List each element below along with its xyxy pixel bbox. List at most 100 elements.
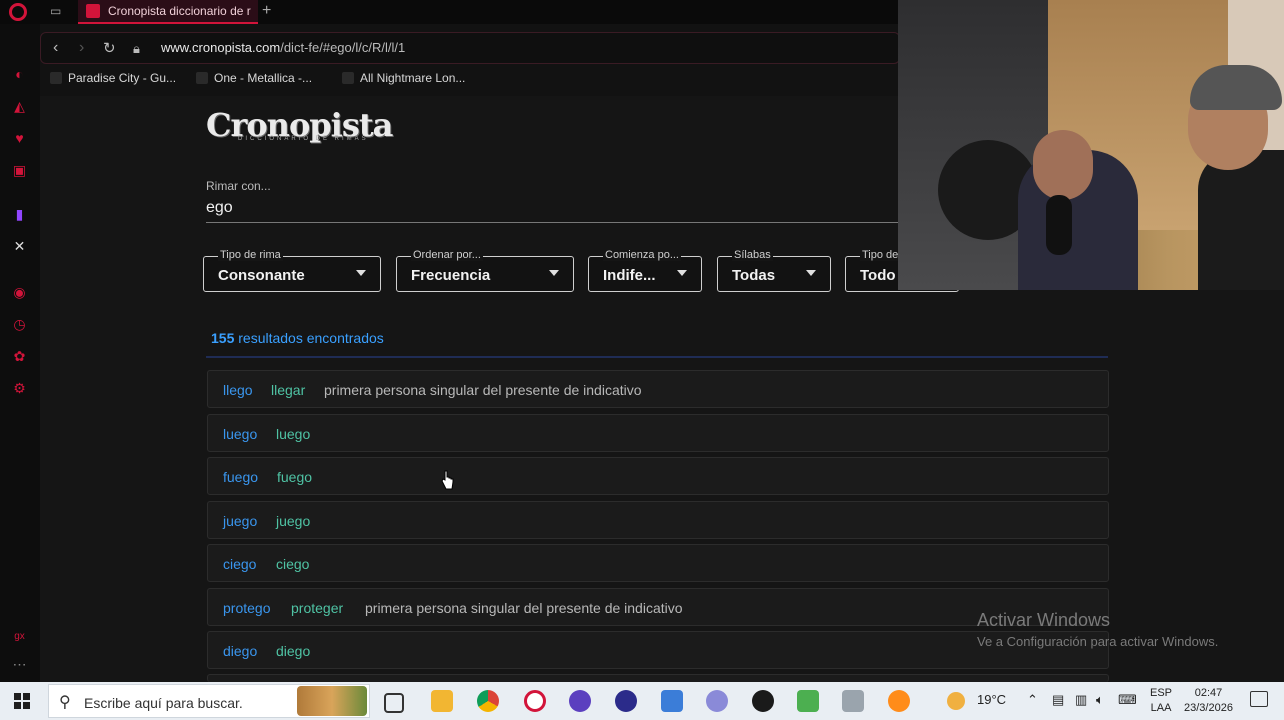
chrome-icon[interactable] bbox=[477, 690, 499, 712]
taskbar-clock[interactable]: 02:47 23/3/2026 bbox=[1184, 686, 1233, 716]
new-tab-icon[interactable]: + bbox=[262, 2, 271, 20]
extensions-icon[interactable]: ✿ bbox=[11, 348, 28, 365]
weather-icon[interactable] bbox=[947, 692, 965, 710]
webcam-person bbox=[1198, 150, 1284, 290]
result-row[interactable]: juego juego bbox=[207, 501, 1109, 539]
gx-icon[interactable]: gx bbox=[11, 628, 28, 645]
forward-icon[interactable]: › bbox=[79, 39, 84, 57]
heart-icon[interactable]: ♥ bbox=[11, 130, 28, 147]
tray-app-icon[interactable]: ▤ bbox=[1052, 692, 1064, 708]
clock-time: 02:47 bbox=[1194, 687, 1223, 699]
search-icon: ⚲ bbox=[59, 694, 71, 711]
result-row[interactable]: llego llegar primera persona singular de… bbox=[207, 370, 1109, 408]
chevron-down-icon bbox=[677, 270, 687, 276]
result-row[interactable]: diego diego bbox=[207, 631, 1109, 669]
select-label: Comienza po... bbox=[603, 249, 681, 261]
result-word[interactable]: diego bbox=[223, 643, 257, 659]
result-word[interactable]: ciego bbox=[223, 556, 256, 572]
settings-icon[interactable]: ⚙ bbox=[11, 380, 28, 397]
result-word[interactable]: fuego bbox=[223, 469, 258, 485]
browser-tab[interactable]: Cronopista diccionario de r bbox=[78, 0, 258, 24]
taskbar-search[interactable]: ⚲ Escribe aquí para buscar. bbox=[48, 684, 370, 718]
syllables-select[interactable]: Sílabas Todas bbox=[717, 249, 831, 292]
app-icon[interactable] bbox=[752, 690, 774, 712]
app-icon[interactable] bbox=[569, 690, 591, 712]
more-icon[interactable]: ⋯ bbox=[11, 656, 28, 673]
volume-icon[interactable]: 🔈︎ bbox=[1096, 692, 1104, 708]
activate-windows-subtitle: Ve a Configuración para activar Windows. bbox=[977, 634, 1219, 649]
app-icon[interactable] bbox=[706, 690, 728, 712]
tab-manager-icon[interactable]: ▭ bbox=[50, 4, 66, 18]
task-view-icon[interactable] bbox=[384, 693, 404, 713]
bookmark-item[interactable]: Paradise City - Gu... bbox=[50, 71, 176, 85]
opera-sidebar: ◐ ◭ ♥ ▣ ▮ ✕ ◉ ◷ ✿ ⚙ gx ⋯ bbox=[0, 24, 40, 682]
bookmarks-bar: Paradise City - Gu... One - Metallica -.… bbox=[40, 66, 900, 92]
select-value: Indife... bbox=[603, 267, 656, 284]
file-explorer-icon[interactable] bbox=[431, 690, 453, 712]
result-row[interactable] bbox=[207, 674, 1109, 682]
result-row[interactable]: luego luego bbox=[207, 414, 1109, 452]
search-label: Rimar con... bbox=[206, 179, 271, 193]
app-icon[interactable] bbox=[842, 690, 864, 712]
webcam-overlay bbox=[898, 0, 1284, 290]
bookmark-item[interactable]: All Nightmare Lon... bbox=[342, 71, 465, 85]
network-icon[interactable]: ▥ bbox=[1075, 692, 1087, 708]
shopping-icon[interactable]: ◭ bbox=[11, 98, 28, 115]
select-label: Ordenar por... bbox=[411, 249, 483, 261]
bookmark-item[interactable]: One - Metallica -... bbox=[196, 71, 312, 85]
select-value: Todas bbox=[732, 267, 776, 284]
x-icon[interactable]: ✕ bbox=[11, 238, 28, 255]
back-icon[interactable]: ‹ bbox=[53, 39, 58, 57]
result-word[interactable]: llego bbox=[223, 382, 253, 398]
url-text[interactable]: www.cronopista.com/dict-fe/#ego/l/c/R/l/… bbox=[161, 40, 405, 55]
result-root: llegar bbox=[271, 382, 306, 398]
notifications-icon[interactable] bbox=[1250, 691, 1268, 707]
result-word[interactable]: protego bbox=[223, 600, 270, 616]
activate-windows-title: Activar Windows bbox=[977, 610, 1111, 630]
tray-chevron-icon[interactable]: ⌃ bbox=[1027, 692, 1038, 708]
address-bar[interactable]: ‹ › ↻ 🔒︎ www.cronopista.com/dict-fe/#ego… bbox=[40, 32, 900, 64]
result-description: primera persona singular del presente de… bbox=[324, 382, 642, 398]
language-code: ESP bbox=[1150, 687, 1173, 699]
keyboard-layout: LAA bbox=[1150, 702, 1172, 714]
shield-icon[interactable] bbox=[661, 690, 683, 712]
chevron-down-icon bbox=[356, 270, 366, 276]
search-input[interactable]: ego bbox=[206, 199, 233, 217]
result-row[interactable]: protego proteger primera persona singula… bbox=[207, 588, 1109, 626]
bookmark-favicon-icon bbox=[50, 72, 62, 84]
android-icon[interactable] bbox=[797, 690, 819, 712]
history-icon[interactable]: ◷ bbox=[11, 316, 28, 333]
result-word[interactable]: juego bbox=[223, 513, 257, 529]
windows-start-icon[interactable] bbox=[14, 693, 30, 709]
player-icon[interactable]: ◉ bbox=[11, 284, 28, 301]
language-indicator[interactable]: ESP LAA bbox=[1150, 686, 1172, 716]
select-value: Frecuencia bbox=[411, 267, 491, 284]
opera-taskbar-icon[interactable] bbox=[524, 690, 546, 712]
fl-studio-icon[interactable] bbox=[888, 690, 910, 712]
aria-icon[interactable]: ◐ bbox=[11, 66, 28, 83]
starts-with-select[interactable]: Comienza po... Indife... bbox=[588, 249, 702, 292]
order-by-select[interactable]: Ordenar por... Frecuencia bbox=[396, 249, 574, 292]
app-icon[interactable] bbox=[615, 690, 637, 712]
search-highlight-image bbox=[297, 686, 367, 716]
webcam-person-hair bbox=[1190, 65, 1282, 110]
result-root: juego bbox=[276, 513, 311, 529]
result-root: diego bbox=[276, 643, 311, 659]
opera-logo-icon[interactable] bbox=[9, 3, 27, 21]
result-row[interactable]: fuego fuego bbox=[207, 457, 1109, 495]
result-row[interactable]: ciego ciego bbox=[207, 544, 1109, 582]
reload-icon[interactable]: ↻ bbox=[103, 39, 116, 57]
search-underline bbox=[206, 222, 906, 223]
taskbar-search-input[interactable]: Escribe aquí para buscar. bbox=[84, 695, 243, 711]
result-root: luego bbox=[276, 426, 311, 442]
weather-temp[interactable]: 19°C bbox=[977, 692, 1006, 707]
tab-title: Cronopista diccionario de r bbox=[108, 4, 251, 18]
rhyme-type-select[interactable]: Tipo de rima Consonante bbox=[203, 249, 381, 292]
select-label: Tipo de bbox=[860, 249, 901, 261]
twitch-icon[interactable]: ▮ bbox=[11, 206, 28, 223]
keyboard-icon[interactable]: ⌨ bbox=[1118, 692, 1137, 708]
result-word[interactable]: luego bbox=[223, 426, 257, 442]
result-description: primera persona singular del presente de… bbox=[365, 600, 683, 616]
messenger-icon[interactable]: ▣ bbox=[11, 162, 28, 179]
results-count: 155 resultados encontrados bbox=[211, 330, 384, 346]
